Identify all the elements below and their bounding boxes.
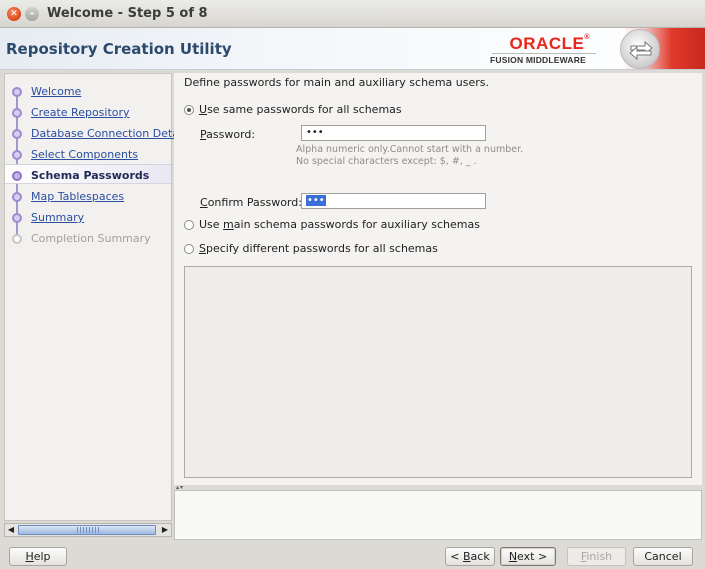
nav-step-welcome[interactable]: Welcome <box>5 81 171 101</box>
password-label: Password: <box>200 128 256 141</box>
radio-specify-passwords[interactable] <box>184 244 194 254</box>
radio-same-passwords[interactable] <box>184 105 194 115</box>
nav-step-label[interactable]: Database Connection Details <box>31 127 191 140</box>
option-main-passwords-label[interactable]: Use main schema passwords for auxiliary … <box>199 218 480 231</box>
nav-step-label[interactable]: Map Tablespaces <box>31 190 124 203</box>
nav-step-map-tablespaces[interactable]: Map Tablespaces <box>5 186 171 206</box>
oracle-logo: ORACLE® FUSION MIDDLEWARE <box>488 34 600 66</box>
nav-step-label[interactable]: Create Repository <box>31 106 130 119</box>
window-titlebar: ✕ – Welcome - Step 5 of 8 <box>0 0 705 28</box>
step-current-icon <box>12 171 22 181</box>
schema-password-table[interactable] <box>184 266 692 478</box>
page-title: Repository Creation Utility <box>6 40 232 58</box>
radio-main-passwords[interactable] <box>184 220 194 230</box>
nav-step-summary[interactable]: Summary <box>5 207 171 227</box>
password-hint-line-1: Alpha numeric only.Cannot start with a n… <box>296 144 524 155</box>
cancel-button[interactable]: Cancel <box>633 547 693 566</box>
window-title: Welcome - Step 5 of 8 <box>47 6 208 21</box>
confirm-password-field[interactable]: ••• <box>301 193 486 209</box>
message-area <box>174 490 702 540</box>
nav-step-label: Schema Passwords <box>31 169 150 182</box>
nav-step-label[interactable]: Summary <box>31 211 84 224</box>
password-field[interactable]: ••• <box>301 125 486 141</box>
selected-text: ••• <box>306 195 326 206</box>
step-todo-icon <box>12 192 22 202</box>
nav-step-label[interactable]: Welcome <box>31 85 81 98</box>
nav-step-schema-passwords[interactable]: Schema Passwords <box>5 164 171 184</box>
scroll-left-icon[interactable]: ◀ <box>5 524 17 536</box>
nav-horizontal-scrollbar[interactable]: ◀ ▶ <box>4 523 172 537</box>
step-done-icon <box>12 87 22 97</box>
arrows-exchange-icon <box>620 29 660 69</box>
intro-text: Define passwords for main and auxiliary … <box>184 76 489 89</box>
nav-step-label[interactable]: Select Components <box>31 148 138 161</box>
back-button[interactable]: < Back <box>445 547 495 566</box>
grip-icon <box>77 527 99 533</box>
step-done-icon <box>12 108 22 118</box>
header-banner: Repository Creation Utility ORACLE® FUSI… <box>0 28 705 70</box>
scrollbar-thumb[interactable] <box>18 525 156 535</box>
logo-subtitle: FUSION MIDDLEWARE <box>490 55 586 65</box>
nav-step-label: Completion Summary <box>31 232 151 245</box>
scroll-right-icon[interactable]: ▶ <box>159 524 171 536</box>
next-button[interactable]: Next > <box>500 547 556 566</box>
nav-step-select-components[interactable]: Select Components <box>5 144 171 164</box>
help-button[interactable]: Help <box>9 547 67 566</box>
main-panel: Define passwords for main and auxiliary … <box>174 73 702 485</box>
nav-step-completion-summary: Completion Summary <box>5 228 171 248</box>
confirm-password-label: Confirm Password: <box>200 196 302 209</box>
logo-divider <box>492 53 596 54</box>
nav-step-create-repository[interactable]: Create Repository <box>5 102 171 122</box>
step-done-icon <box>12 129 22 139</box>
option-same-passwords-label[interactable]: Use same passwords for all schemas <box>199 103 402 116</box>
close-icon[interactable]: ✕ <box>7 7 21 21</box>
nav-step-database-connection[interactable]: Database Connection Details <box>5 123 191 143</box>
step-todo-icon <box>12 213 22 223</box>
step-done-icon <box>12 150 22 160</box>
minimize-icon[interactable]: – <box>25 7 39 21</box>
option-specify-passwords-label[interactable]: Specify different passwords for all sche… <box>199 242 438 255</box>
password-hint-line-2: No special characters except: $, #, _ . <box>296 156 477 167</box>
step-navigation: Welcome Create Repository Database Conne… <box>4 73 191 521</box>
finish-button: Finish <box>567 547 626 566</box>
step-pending-icon <box>12 234 22 244</box>
oracle-wordmark: ORACLE® <box>509 34 590 53</box>
